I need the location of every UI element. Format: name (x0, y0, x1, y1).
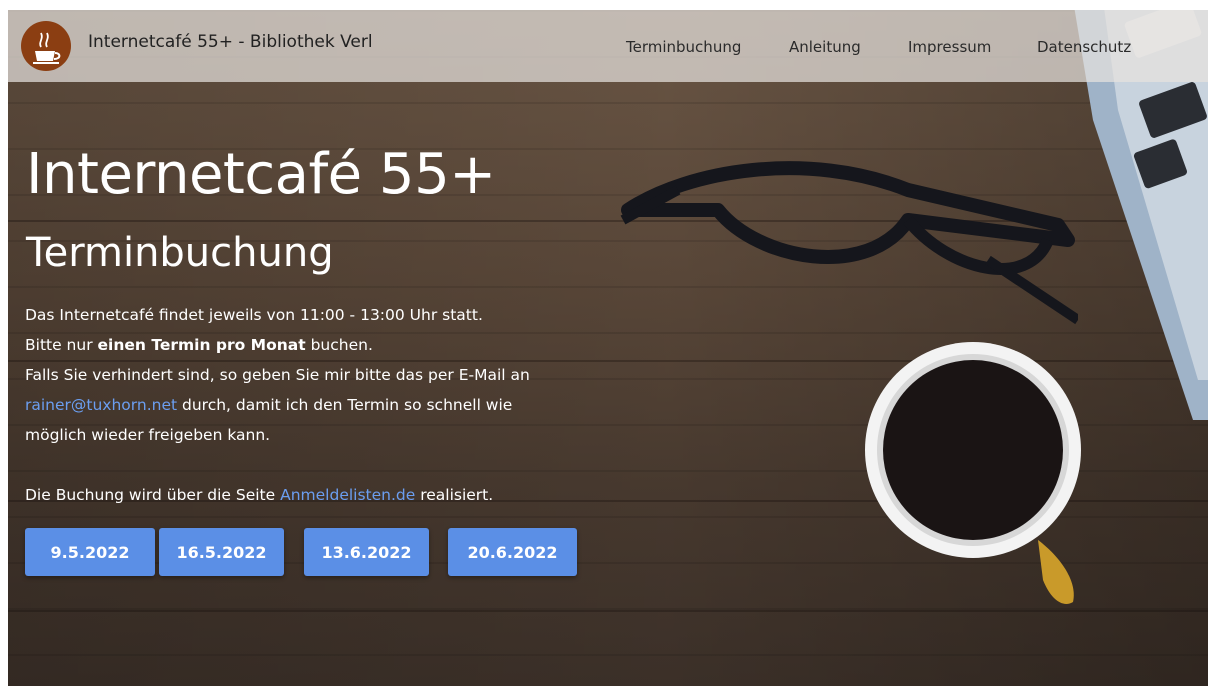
info-line-cancel: Falls Sie verhindert sind, so geben Sie … (25, 366, 530, 384)
nav-item-datenschutz[interactable]: Datenschutz (1037, 38, 1131, 56)
info-text-bold: einen Termin pro Monat (97, 336, 306, 354)
coffee-cup-icon[interactable] (21, 21, 71, 71)
info-text-segment: buchen. (305, 336, 373, 354)
coffee-cup-image (865, 342, 1081, 604)
date-button-9-5-2022[interactable]: 9.5.2022 (25, 528, 155, 576)
date-button-13-6-2022[interactable]: 13.6.2022 (304, 528, 429, 576)
nav-item-anleitung[interactable]: Anleitung (789, 38, 861, 56)
email-link[interactable]: rainer@tuxhorn.net (25, 396, 177, 414)
nav-item-impressum[interactable]: Impressum (908, 38, 991, 56)
info-line-email: rainer@tuxhorn.net durch, damit ich den … (25, 390, 625, 420)
info-line-release: möglich wieder freigeben kann. (25, 426, 271, 444)
brand-title[interactable]: Internetcafé 55+ - Bibliothek Verl (88, 32, 373, 52)
date-button-16-5-2022[interactable]: 16.5.2022 (159, 528, 284, 576)
info-line-booking: Die Buchung wird über die Seite Anmeldel… (25, 480, 625, 510)
info-text-segment: Bitte nur (25, 336, 98, 354)
nav-item-terminbuchung[interactable]: Terminbuchung (626, 38, 741, 56)
info-text-segment: Die Buchung wird über die Seite (25, 486, 281, 504)
page-title: Internetcafé 55+ (26, 142, 496, 207)
info-line-limit: Bitte nur einen Termin pro Monat buchen. (25, 330, 625, 360)
top-navbar: Internetcafé 55+ - Bibliothek Verl Termi… (8, 10, 1208, 82)
page-subtitle: Terminbuchung (26, 230, 334, 276)
anmeldelisten-link[interactable]: Anmeldelisten.de (280, 486, 415, 504)
info-text-segment: realisiert. (415, 486, 494, 504)
info-text: Das Internetcafé findet jeweils von 11:0… (25, 300, 625, 510)
info-text-segment: durch, damit ich den Termin so schnell w… (177, 396, 513, 414)
info-line-time: Das Internetcafé findet jeweils von 11:0… (25, 306, 483, 324)
date-button-20-6-2022[interactable]: 20.6.2022 (448, 528, 577, 576)
hero-background: Internetcafé 55+ - Bibliothek Verl Termi… (8, 10, 1208, 686)
glasses-image (620, 161, 1078, 325)
